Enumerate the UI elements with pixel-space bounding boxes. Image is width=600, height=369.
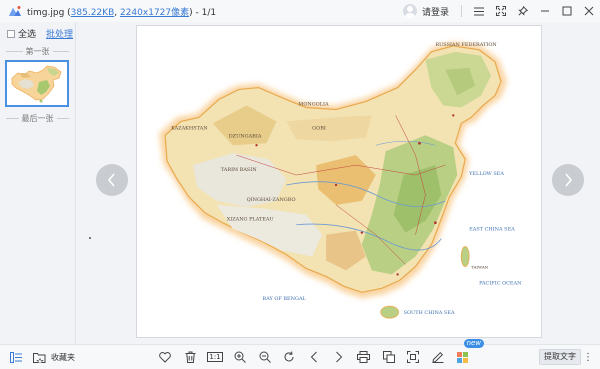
menu-icon[interactable] [468, 0, 490, 22]
map-label-gobi: GOBI [312, 125, 326, 131]
china-map-image: MONGOLIA RUSSIAN FEDERATION KAZAKHSTAN T… [159, 42, 522, 319]
prev-arrow-icon[interactable] [302, 345, 327, 369]
stray-dot [89, 237, 91, 239]
apps-icon[interactable]: new [451, 339, 485, 369]
favorites-folder-icon[interactable] [29, 347, 49, 367]
pin-icon[interactable] [512, 0, 534, 22]
chevron-right-icon [565, 173, 573, 187]
last-label: 最后一张 [21, 113, 54, 123]
close-icon[interactable] [578, 0, 600, 22]
map-label-pacific: PACIFIC OCEAN [479, 280, 522, 286]
file-name: timg.jpg [27, 7, 65, 18]
copy-icon[interactable] [376, 345, 401, 369]
file-size-link[interactable]: 385.22KB [71, 8, 115, 18]
map-thumbnail-image [11, 65, 62, 103]
next-image-button[interactable] [552, 164, 584, 196]
zoom-out-icon[interactable] [252, 345, 277, 369]
image-viewer-logo-icon [7, 3, 23, 19]
chevron-left-icon [107, 173, 115, 187]
thumbnail-panel-icon[interactable] [6, 347, 26, 367]
extract-text-button[interactable]: 提取文字 [539, 349, 581, 365]
login-link[interactable]: 请登录 [422, 5, 449, 18]
image-tools: 1:1 new [153, 339, 485, 369]
next-arrow-icon[interactable] [327, 345, 352, 369]
map-label-kazakhstan: KAZAKHSTAN [171, 125, 208, 131]
map-label-yellow-sea: YELLOW SEA [468, 171, 504, 177]
previous-image-button[interactable] [96, 164, 128, 196]
image-position: - 1/1 [192, 7, 217, 18]
first-label: 第一张 [25, 46, 50, 56]
maximize-icon[interactable] [556, 0, 578, 22]
actual-size-icon[interactable]: 1:1 [203, 345, 228, 369]
crop-icon[interactable] [401, 345, 426, 369]
image-viewer[interactable]: MONGOLIA RUSSIAN FEDERATION KAZAKHSTAN T… [77, 22, 600, 344]
edit-icon[interactable] [426, 345, 451, 369]
title-bar: timg.jpg (385.22KB, 2240x1727像素) - 1/1 请… [0, 0, 600, 22]
selection-row: 全选 批处理 [0, 22, 75, 40]
map-label-south-china-sea: SOUTH CHINA SEA [404, 310, 455, 316]
print-icon[interactable] [351, 345, 376, 369]
map-label-taiwan: TAIWAN [471, 264, 489, 269]
heart-icon[interactable] [153, 345, 178, 369]
rotate-icon[interactable] [277, 345, 302, 369]
actual-size-label: 1:1 [207, 352, 223, 362]
batch-process-link[interactable]: 批处理 [46, 27, 73, 40]
zoom-in-icon[interactable] [227, 345, 252, 369]
dimensions-link[interactable]: 2240x1727像素 [120, 8, 189, 18]
fullscreen-icon[interactable] [490, 0, 512, 22]
window-title: timg.jpg (385.22KB, 2240x1727像素) - 1/1 [27, 5, 216, 18]
bottom-toolbar: 收藏夹 1:1 new 提取文字 ⋮ [0, 339, 600, 369]
map-label-tarim: TARIM BASIN [221, 167, 258, 173]
displayed-image: MONGOLIA RUSSIAN FEDERATION KAZAKHSTAN T… [136, 25, 542, 338]
map-label-east-china-sea: EAST CHINA SEA [469, 227, 515, 233]
map-label-dzungaria: DZUNGARIA [229, 133, 262, 139]
divider [461, 5, 462, 17]
select-all-label[interactable]: 全选 [18, 27, 36, 40]
user-avatar-icon[interactable] [402, 4, 417, 18]
last-separator: 最后一张 [0, 111, 75, 125]
map-label-bay-of-bengal: BAY OF BENGAL [262, 296, 306, 302]
new-badge: new [463, 339, 485, 348]
more-vertical-icon[interactable]: ⋮ [583, 349, 593, 365]
thumbnail-sidebar: 全选 批处理 第一张 最后一张 [0, 22, 76, 344]
map-label-mongolia: MONGOLIA [298, 101, 329, 107]
select-all-checkbox[interactable] [7, 29, 15, 38]
thumbnail-item[interactable] [5, 60, 69, 107]
minimize-icon[interactable] [534, 0, 556, 22]
trash-icon[interactable] [178, 345, 203, 369]
map-label-qinghai: QINGHAI-ZANGBO [247, 197, 296, 203]
map-label-xizang: XIZANG PLATEAU [227, 217, 274, 223]
favorites-label[interactable]: 收藏夹 [51, 352, 75, 363]
first-separator: 第一张 [0, 44, 75, 58]
map-label-russia: RUSSIAN FEDERATION [435, 42, 497, 48]
